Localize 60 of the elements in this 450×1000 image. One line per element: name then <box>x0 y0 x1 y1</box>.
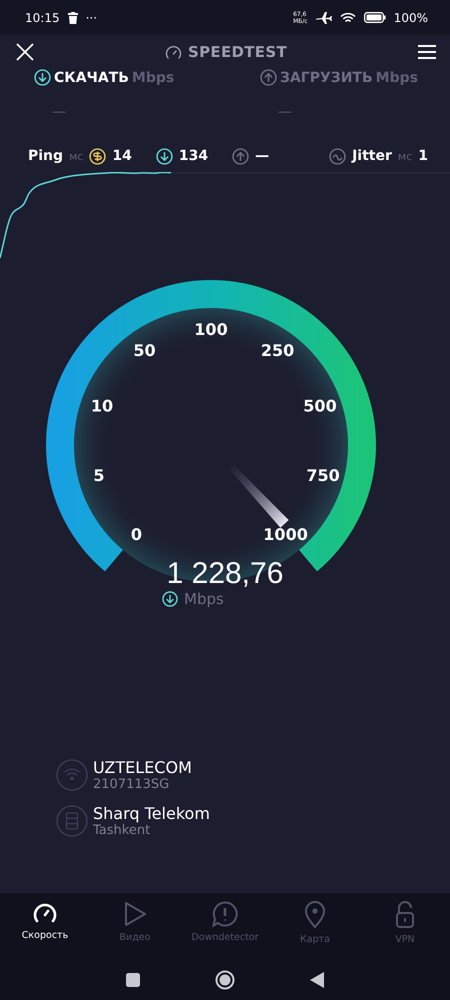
scale-label: 250 <box>260 340 294 360</box>
jitter-label: Jitter <box>352 148 392 164</box>
status-time: 10:15 <box>25 10 60 24</box>
battery-icon <box>364 12 386 23</box>
test-tab[interactable]: СКАЧАТЬ Mbps <box>34 69 174 86</box>
scale-label: 1000 <box>263 524 308 544</box>
provider-name: Sharq Telekom <box>93 804 210 823</box>
scale-label: 0 <box>130 524 142 544</box>
nav-tab[interactable]: VPN <box>360 897 450 960</box>
scale-label: 10 <box>90 396 114 416</box>
idle-ping-value: 14 <box>112 148 132 164</box>
battery-percent: 100% <box>394 10 428 24</box>
download-icon <box>156 148 173 164</box>
provider-detail: Tashkent <box>93 823 152 838</box>
app-title: SPEEDTEST <box>188 43 287 61</box>
nav-tab[interactable]: Видео <box>90 897 180 960</box>
scale-label: 50 <box>133 340 156 360</box>
recents-button[interactable] <box>126 973 140 987</box>
provider-name: UZTELECOM <box>93 758 192 777</box>
nav-tab[interactable]: Карта <box>270 897 360 960</box>
ping-label: Ping <box>28 148 64 164</box>
home-button[interactable] <box>215 970 235 990</box>
provider-detail: 2107113SG <box>93 777 170 792</box>
airplane-icon <box>316 12 332 24</box>
download-icon <box>34 69 51 86</box>
download-ping-value: 134 <box>178 148 208 164</box>
unlocked-padlock-icon <box>395 901 415 929</box>
location-pin-icon <box>304 901 326 929</box>
alert-icon <box>212 901 238 927</box>
test-tab[interactable]: ЗАГРУЗИТЬ Mbps <box>260 69 418 86</box>
ping-unit: мс <box>69 150 84 162</box>
menu-button[interactable] <box>418 45 436 59</box>
trash-icon <box>68 12 78 24</box>
close-button[interactable] <box>16 43 34 61</box>
nav-tab[interactable]: Downdetector <box>180 897 270 960</box>
speedometer-icon <box>32 901 58 925</box>
download-icon <box>162 591 178 607</box>
more-notifications: ··· <box>86 10 98 24</box>
scale-label: 750 <box>306 466 340 486</box>
scale-label: 100 <box>194 320 228 339</box>
test-result: — <box>52 104 66 120</box>
speed-value: 1 228,76 <box>166 557 284 590</box>
wifi-icon <box>56 759 88 791</box>
speedometer-icon <box>165 44 182 60</box>
upload-icon <box>232 148 250 164</box>
upload-icon <box>260 69 277 86</box>
gauge-needle <box>229 464 289 528</box>
test-result: — <box>278 104 292 120</box>
jitter-unit: мс <box>398 150 412 162</box>
wave-icon <box>329 148 346 164</box>
play-icon <box>123 901 147 927</box>
speed-unit: Mbps <box>184 590 224 608</box>
nav-tab[interactable]: Скорость <box>0 897 90 960</box>
upload-ping-value: — <box>255 148 270 164</box>
scale-label: 5 <box>93 466 105 486</box>
jitter-value: 1 <box>418 148 428 164</box>
server-icon <box>56 805 88 837</box>
wifi-icon <box>340 12 356 24</box>
scale-label: 500 <box>303 396 337 416</box>
back-button[interactable] <box>310 972 324 988</box>
